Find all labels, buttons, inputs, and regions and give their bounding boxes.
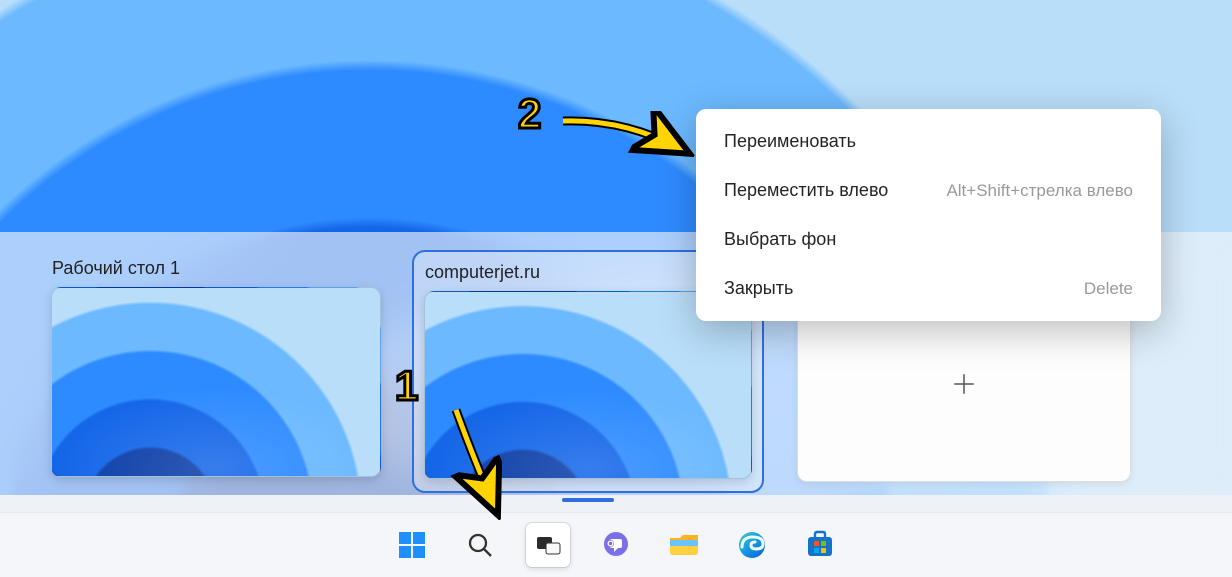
virtual-desktop-thumbnail bbox=[51, 287, 381, 477]
folder-icon bbox=[667, 530, 701, 560]
edge-icon bbox=[736, 529, 768, 561]
context-menu-close[interactable]: Закрыть Delete bbox=[696, 264, 1161, 313]
chat-icon bbox=[600, 529, 632, 561]
context-menu-item-shortcut: Delete bbox=[1084, 279, 1133, 299]
context-menu-item-label: Переименовать bbox=[724, 131, 856, 152]
annotation-number-2: 2 bbox=[518, 90, 541, 138]
search-icon bbox=[465, 530, 495, 560]
virtual-desktop-label: Рабочий стол 1 bbox=[52, 258, 381, 279]
context-menu-item-label: Переместить влево bbox=[724, 180, 888, 201]
active-desktop-indicator bbox=[562, 498, 614, 502]
annotation-number-1: 1 bbox=[395, 362, 418, 410]
annotation-arrow-2 bbox=[555, 111, 695, 171]
plus-icon bbox=[951, 371, 977, 397]
chat-button[interactable] bbox=[594, 523, 638, 567]
context-menu-move-left[interactable]: Переместить влево Alt+Shift+стрелка влев… bbox=[696, 166, 1161, 215]
context-menu-item-shortcut: Alt+Shift+стрелка влево bbox=[946, 181, 1133, 201]
context-menu-rename[interactable]: Переименовать bbox=[696, 117, 1161, 166]
taskbar bbox=[0, 512, 1232, 577]
search-button[interactable] bbox=[458, 523, 502, 567]
annotation-arrow-1 bbox=[438, 402, 518, 522]
edge-browser-button[interactable] bbox=[730, 523, 774, 567]
context-menu-item-label: Выбрать фон bbox=[724, 229, 836, 250]
virtual-desktop-tile-1[interactable]: Рабочий стол 1 bbox=[51, 258, 381, 477]
context-menu-choose-background[interactable]: Выбрать фон bbox=[696, 215, 1161, 264]
microsoft-store-button[interactable] bbox=[798, 523, 842, 567]
windows-logo-icon bbox=[397, 530, 427, 560]
store-icon bbox=[804, 529, 836, 561]
task-view-button[interactable] bbox=[526, 523, 570, 567]
file-explorer-button[interactable] bbox=[662, 523, 706, 567]
desktop-context-menu: Переименовать Переместить влево Alt+Shif… bbox=[696, 109, 1161, 321]
task-view-icon bbox=[533, 530, 563, 560]
context-menu-item-label: Закрыть bbox=[724, 278, 793, 299]
start-button[interactable] bbox=[390, 523, 434, 567]
